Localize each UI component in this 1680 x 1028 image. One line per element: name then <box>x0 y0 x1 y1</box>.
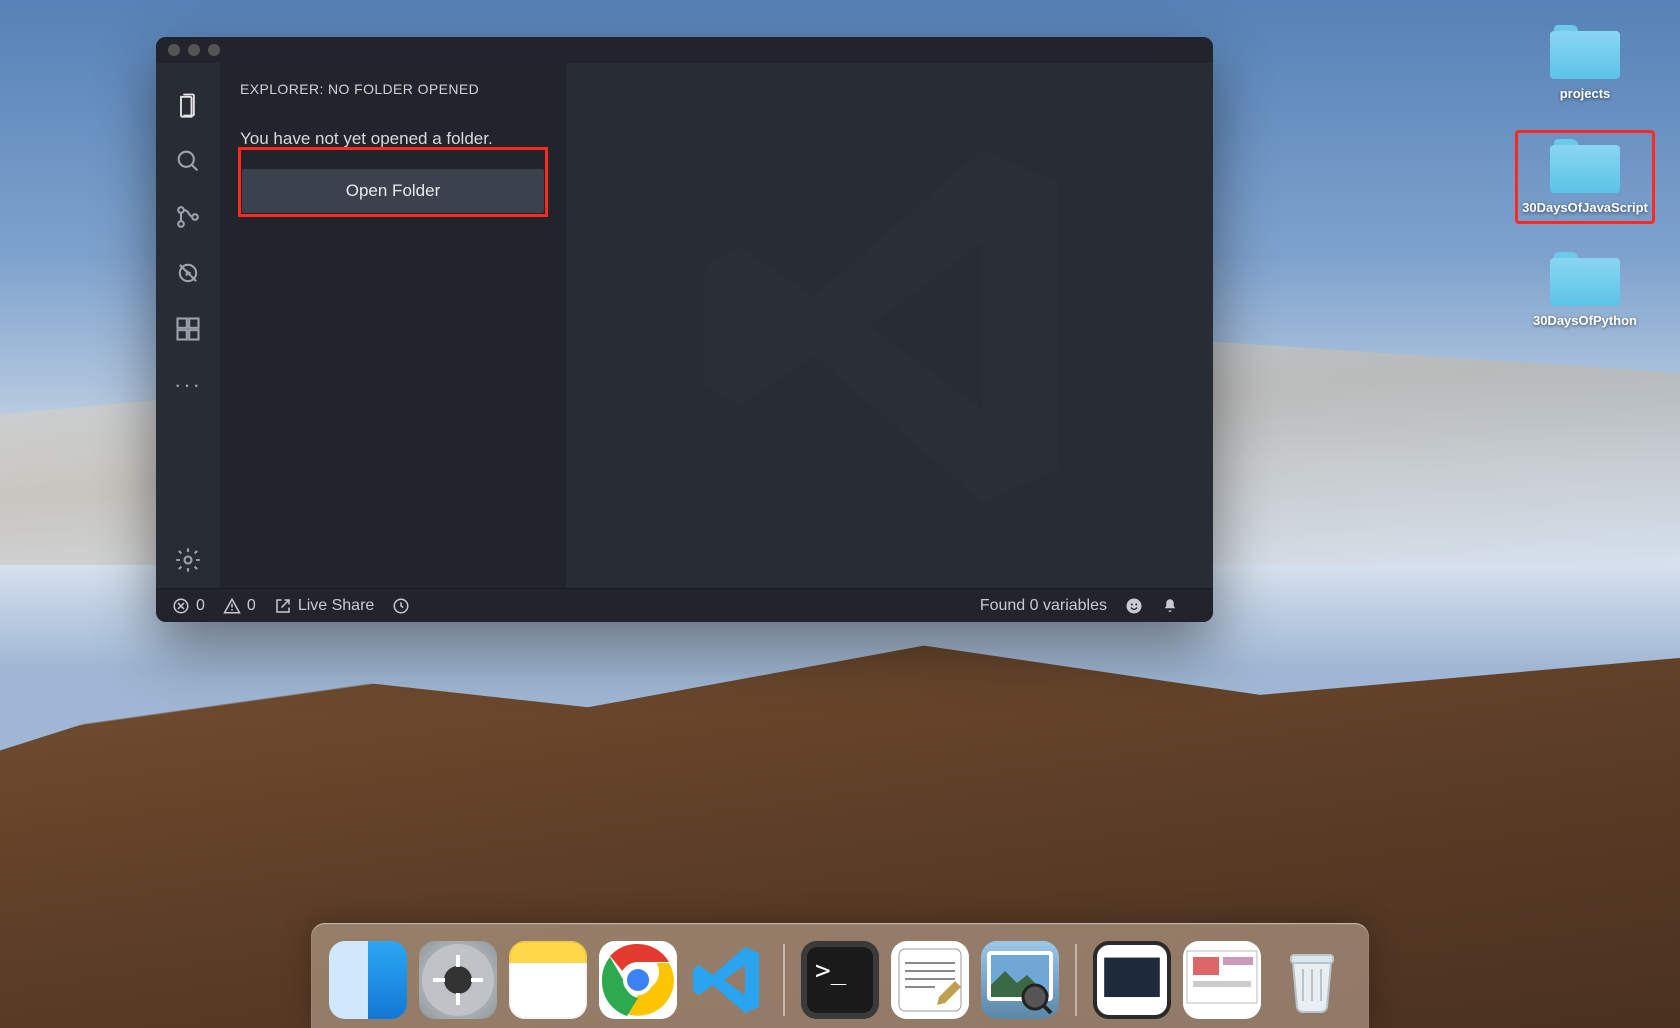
macos-dock: >_ <box>311 923 1369 1028</box>
desktop-folder-label: projects <box>1560 86 1611 102</box>
explorer-sidebar: EXPLORER: NO FOLDER OPENED You have not … <box>220 63 566 588</box>
history-clock-icon <box>392 597 410 615</box>
open-folder-button[interactable]: Open Folder <box>242 169 544 213</box>
dock-textedit[interactable] <box>891 941 969 1019</box>
desktop-folder-label: 30DaysOfJavaScript <box>1522 200 1648 216</box>
status-errors[interactable]: 0 <box>172 597 205 615</box>
preview-icon <box>981 941 1059 1019</box>
search-icon[interactable] <box>156 133 220 189</box>
dock-vscode[interactable] <box>689 941 767 1019</box>
macos-desktop: projects 30DaysOfJavaScript 30DaysOfPyth… <box>0 0 1680 1028</box>
minimize-icon[interactable] <box>188 44 200 56</box>
window-thumbnail-icon <box>1183 941 1261 1019</box>
debug-icon[interactable] <box>156 245 220 301</box>
open-folder-highlight: Open Folder <box>240 149 546 215</box>
trash-icon <box>1273 941 1351 1019</box>
activity-bar: ··· <box>156 63 220 588</box>
warning-triangle-icon <box>223 597 241 615</box>
svg-text:>_: >_ <box>815 956 847 986</box>
vscode-logo-watermark-icon <box>680 116 1100 536</box>
dock-terminal[interactable]: >_ <box>801 941 879 1019</box>
bell-icon <box>1161 597 1179 615</box>
window-traffic-lights <box>168 44 220 56</box>
warnings-count: 0 <box>247 597 256 615</box>
errors-count: 0 <box>196 597 205 615</box>
terminal-icon: >_ <box>801 941 879 1019</box>
explorer-icon[interactable] <box>156 77 220 133</box>
more-icon[interactable]: ··· <box>156 357 220 413</box>
explorer-empty-message: You have not yet opened a folder. <box>240 129 546 149</box>
status-warnings[interactable]: 0 <box>223 597 256 615</box>
dock-launchpad[interactable] <box>419 941 497 1019</box>
dock-finder[interactable] <box>329 941 407 1019</box>
explorer-title: EXPLORER: NO FOLDER OPENED <box>240 81 546 97</box>
status-live-share[interactable]: Live Share <box>274 597 375 615</box>
dock-divider <box>783 944 785 1016</box>
live-share-icon <box>274 597 292 615</box>
found-variables-text: Found 0 variables <box>980 597 1107 615</box>
vscode-body: ··· EXPLORER: NO FOLDER OPENED You have … <box>156 63 1213 588</box>
status-bar: 0 0 Live Share Found 0 variables <box>156 588 1213 622</box>
folder-icon <box>1550 252 1620 307</box>
desktop-folder-30dayspython[interactable]: 30DaysOfPython <box>1515 252 1655 329</box>
dock-preview[interactable] <box>981 941 1059 1019</box>
folder-icon <box>1550 139 1620 194</box>
dock-divider <box>1075 944 1077 1016</box>
source-control-icon[interactable] <box>156 189 220 245</box>
smiley-icon <box>1125 597 1143 615</box>
dock-minimized-window-1[interactable] <box>1093 941 1171 1019</box>
dock-trash[interactable] <box>1273 941 1351 1019</box>
error-circle-icon <box>172 597 190 615</box>
vscode-window: ··· EXPLORER: NO FOLDER OPENED You have … <box>156 37 1213 622</box>
status-notifications[interactable] <box>1161 597 1179 615</box>
settings-gear-icon[interactable] <box>156 532 220 588</box>
extensions-icon[interactable] <box>156 301 220 357</box>
desktop-folder-30daysjs[interactable]: 30DaysOfJavaScript <box>1515 130 1655 225</box>
desktop-icons-area: projects 30DaysOfJavaScript 30DaysOfPyth… <box>1515 25 1655 329</box>
window-titlebar[interactable] <box>156 37 1213 63</box>
close-icon[interactable] <box>168 44 180 56</box>
window-thumbnail-icon <box>1097 945 1167 1015</box>
zoom-icon[interactable] <box>208 44 220 56</box>
desktop-folder-label: 30DaysOfPython <box>1533 313 1637 329</box>
vscode-icon <box>689 941 767 1019</box>
dock-chrome[interactable] <box>599 941 677 1019</box>
desktop-folder-projects[interactable]: projects <box>1515 25 1655 102</box>
status-feedback[interactable] <box>1125 597 1143 615</box>
textedit-icon <box>891 941 969 1019</box>
live-share-label: Live Share <box>298 597 375 615</box>
editor-welcome-area <box>566 63 1213 588</box>
dock-notes[interactable] <box>509 941 587 1019</box>
status-found-variables[interactable]: Found 0 variables <box>980 597 1107 615</box>
folder-icon <box>1550 25 1620 80</box>
status-history[interactable] <box>392 597 410 615</box>
dock-minimized-window-2[interactable] <box>1183 941 1261 1019</box>
chrome-icon <box>599 941 677 1019</box>
launchpad-icon <box>419 941 497 1019</box>
